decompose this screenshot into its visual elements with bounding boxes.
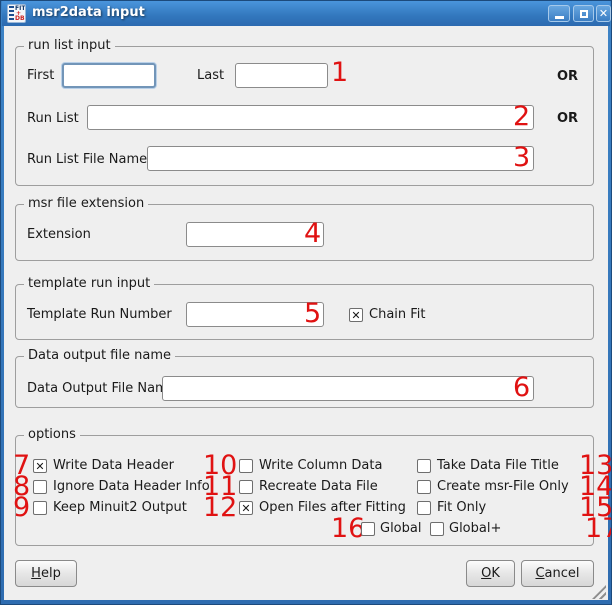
check-icon: ✕ [35,461,44,472]
run-list-file-name-input[interactable] [147,146,534,171]
data-output-file-name-label: Data Output File Name [27,381,176,397]
ignore-data-header-info-checkbox[interactable] [33,480,47,494]
or-label-1: OR [557,69,578,85]
write-data-header-label[interactable]: Write Data Header [53,458,174,474]
close-icon: ✕ [599,8,608,19]
create-msr-file-only-label[interactable]: Create msr-File Only [437,479,569,495]
close-button[interactable]: ✕ [596,5,611,22]
group-title-options: options [24,427,80,442]
annotation-6: 6 [513,373,530,403]
global-label[interactable]: Global [380,521,421,537]
global-plus-checkbox[interactable] [430,522,444,536]
group-title-run-list-input: run list input [24,38,115,53]
group-title-template-run-input: template run input [24,276,154,291]
app-icon-text-bottom: DB [15,16,25,22]
group-title-msr-file-extension: msr file extension [24,196,148,211]
annotation-9: 9 [13,493,30,523]
check-icon: ✕ [351,310,360,321]
check-icon: ✕ [241,503,250,514]
annotation-1: 1 [331,58,348,88]
take-data-file-title-label[interactable]: Take Data File Title [437,458,559,474]
keep-minuit2-output-checkbox[interactable] [33,501,47,515]
keep-minuit2-output-label[interactable]: Keep Minuit2 Output [53,500,187,516]
recreate-data-file-label[interactable]: Recreate Data File [259,479,378,495]
or-label-2: OR [557,111,578,127]
last-label: Last [197,68,224,84]
maximize-button[interactable] [573,5,594,22]
take-data-file-title-checkbox[interactable] [417,459,431,473]
annotation-5: 5 [304,299,321,329]
group-title-data-output-file-name: Data output file name [24,348,175,363]
ok-button[interactable]: OK [466,560,515,587]
run-list-input[interactable] [87,105,534,130]
write-column-data-label[interactable]: Write Column Data [259,458,382,474]
minimize-button[interactable] [548,5,570,22]
annotation-3: 3 [513,143,530,173]
msr2data-dialog: FIT + DB msr2data input ✕ run list input… [0,0,612,605]
recreate-data-file-checkbox[interactable] [239,480,253,494]
write-data-header-checkbox[interactable]: ✕ [33,459,47,473]
annotation-4: 4 [304,219,321,249]
first-run-input[interactable] [62,63,156,88]
minimize-icon [555,16,564,19]
app-icon-bars [9,6,14,21]
annotation-12: 12 [203,493,237,523]
ignore-data-header-info-label[interactable]: Ignore Data Header Info [53,479,210,495]
last-run-input[interactable] [235,63,328,88]
extension-label: Extension [27,227,91,243]
cancel-button[interactable]: Cancel [521,560,594,587]
chain-fit-label[interactable]: Chain Fit [369,307,426,323]
open-files-after-fitting-checkbox[interactable]: ✕ [239,501,253,515]
fit-only-checkbox[interactable] [417,501,431,515]
window-title: msr2data input [32,5,145,20]
data-output-file-name-input[interactable] [162,376,534,401]
annotation-17: 17 [585,514,612,544]
titlebar[interactable]: FIT + DB msr2data input ✕ [2,1,610,26]
global-checkbox[interactable] [361,522,375,536]
maximize-icon [580,10,588,18]
create-msr-file-only-checkbox[interactable] [417,480,431,494]
write-column-data-checkbox[interactable] [239,459,253,473]
run-list-file-name-label: Run List File Name [27,152,147,168]
help-button[interactable]: Help [15,560,77,587]
annotation-2: 2 [513,102,530,132]
global-plus-label[interactable]: Global+ [449,521,501,537]
first-label: First [27,68,54,84]
chain-fit-checkbox[interactable]: ✕ [349,308,363,322]
template-run-number-label: Template Run Number [27,307,172,323]
app-icon: FIT + DB [7,4,26,23]
fit-only-label[interactable]: Fit Only [437,500,486,516]
run-list-label: Run List [27,111,79,127]
